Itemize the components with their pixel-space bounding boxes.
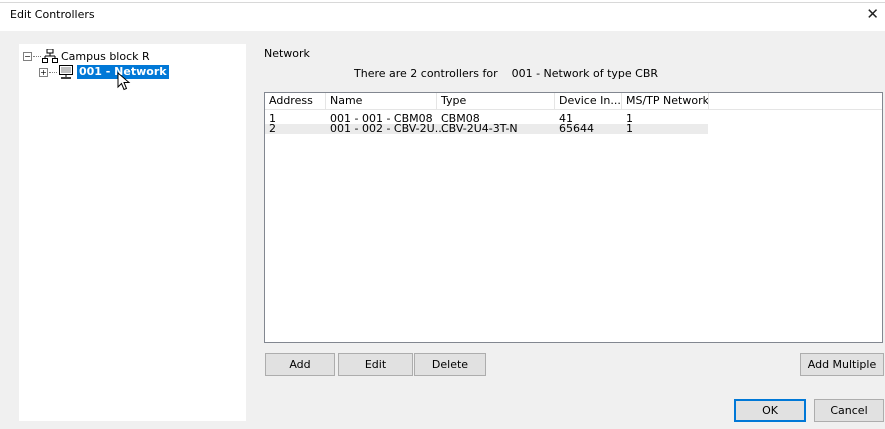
controller-count-text: There are 2 controllers for 001 - Networ… [354,67,659,80]
column-header-address[interactable]: Address [265,93,326,110]
controllers-list[interactable]: Address Name Type Device In... MS/TP Net… [264,92,883,343]
tree-node-network[interactable]: + 001 - Network [39,64,169,80]
title-bar: Edit Controllers ✕ [0,0,885,31]
add-multiple-button[interactable]: Add Multiple [800,353,884,376]
delete-button[interactable]: Delete [414,353,486,376]
cell-name: 001 - 002 - CBV-2U... [330,122,446,135]
cell-address: 2 [269,122,276,135]
network-tree-icon [42,49,58,63]
column-header-type[interactable]: Type [437,93,555,110]
expand-icon[interactable]: + [39,67,48,77]
ok-button[interactable]: OK [734,399,806,422]
controller-tree[interactable]: − Campus block R + 001 - Network [19,44,246,421]
cell-mstp-network: 1 [626,122,633,135]
tree-node-campus[interactable]: − Campus block R [23,48,150,64]
edit-button[interactable]: Edit [338,353,413,376]
section-label: Network [264,47,310,60]
column-header-mstp-network[interactable]: MS/TP Network [622,93,709,110]
cell-type: CBV-2U4-3T-N [441,122,518,135]
list-header: Address Name Type Device In... MS/TP Net… [265,93,882,110]
title-bar-divider [0,2,885,3]
table-row[interactable]: 2 001 - 002 - CBV-2U... CBV-2U4-3T-N 656… [265,122,708,135]
window-title: Edit Controllers [10,8,95,21]
add-button[interactable]: Add [265,353,335,376]
collapse-icon[interactable]: − [23,51,32,61]
column-header-name[interactable]: Name [326,93,437,110]
tree-node-label: Campus block R [61,49,150,63]
mouse-pointer-icon [117,72,131,91]
cancel-button[interactable]: Cancel [814,399,884,422]
tree-connector [49,71,57,73]
tree-connector [33,55,41,57]
column-header-device-instance[interactable]: Device In... [555,93,622,110]
close-icon[interactable]: ✕ [866,5,879,23]
monitor-icon [59,65,73,79]
cell-device-instance: 65644 [559,122,594,135]
